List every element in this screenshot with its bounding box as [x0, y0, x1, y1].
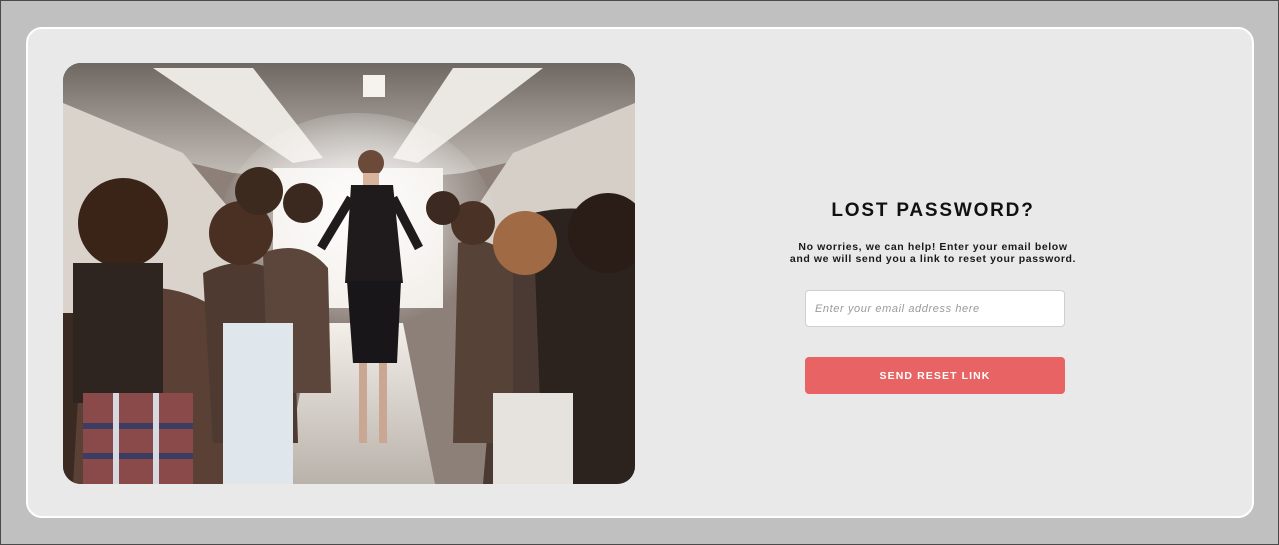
reset-form: LOST PASSWORD? No worries, we can help! … [730, 199, 1136, 394]
instructions-line-2: and we will send you a link to reset you… [789, 252, 1077, 265]
email-field[interactable] [805, 290, 1065, 327]
page-title: LOST PASSWORD? [831, 200, 1035, 221]
bus-interior-illustration [63, 63, 635, 484]
forgot-password-card: LOST PASSWORD? No worries, we can help! … [26, 27, 1254, 518]
instructions-line-1: No worries, we can help! Enter your emai… [798, 241, 1068, 253]
send-reset-link-button[interactable]: SEND RESET LINK [805, 357, 1065, 394]
instructions-text: No worries, we can help! Enter your emai… [730, 241, 1136, 265]
bus-interior-photo [63, 63, 635, 484]
